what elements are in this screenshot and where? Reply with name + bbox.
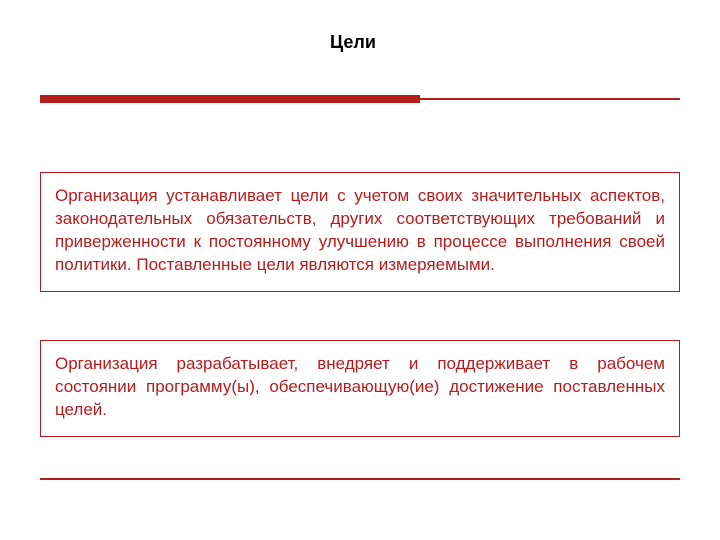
content-box-1: Организация устанавливает цели с учетом … (40, 172, 680, 292)
header-rule (40, 95, 680, 103)
header-rule-thick (40, 95, 420, 103)
page-title: Цели (330, 32, 390, 53)
slide: Цели Организация устанавливает цели с уч… (0, 0, 720, 540)
content-box-2: Организация разрабатывает, внедряет и по… (40, 340, 680, 437)
footer-rule (40, 478, 680, 480)
